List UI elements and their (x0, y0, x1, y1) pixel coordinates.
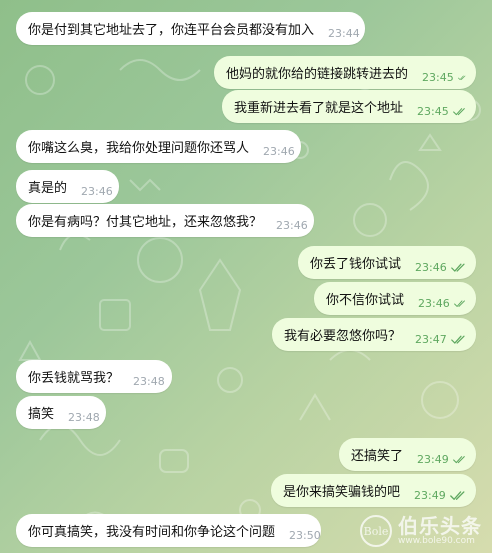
incoming-message-bubble[interactable]: 你是有病吗？付其它地址，还来忽悠我？ 23:46 (16, 204, 314, 237)
outgoing-message-bubble[interactable]: 你不信你试试 23:46 (314, 282, 476, 315)
outgoing-message-bubble[interactable]: 你丢了钱你试试 23:46 (298, 246, 476, 279)
message-text: 你可真搞笑，我没有时间和你争论这个问题 (28, 525, 276, 540)
outgoing-message-bubble[interactable]: 我重新进去看了就是这个地址 23:45 (222, 90, 476, 123)
message-text: 搞笑 (28, 407, 55, 422)
watermark: Bole 伯乐头条 www.bole90.com (360, 515, 482, 547)
incoming-message-bubble[interactable]: 你可真搞笑，我没有时间和你争论这个问题 23:50 (16, 514, 321, 547)
incoming-message-bubble[interactable]: 真是的 23:46 (16, 170, 119, 203)
double-check-icon (450, 263, 465, 272)
message-text: 还搞笑了 (351, 449, 404, 464)
message-text: 是你来搞笑骗钱的吧 (283, 485, 401, 500)
message-time: 23:46 (276, 219, 308, 232)
message-time: 23:46 (415, 261, 447, 274)
outgoing-message-bubble[interactable]: 还搞笑了 23:49 (339, 438, 476, 471)
double-check-icon (452, 455, 465, 463)
message-text: 你丢钱就骂我？ (28, 371, 120, 386)
chat-view: 你是付到其它地址去了，你连平台会员都没有加入 23:44 他妈的就你给的链接跳转进去… (0, 0, 492, 553)
incoming-message-bubble[interactable]: 你是付到其它地址去了，你连平台会员都没有加入 23:44 (16, 12, 365, 45)
message-text: 你是有病吗？付其它地址，还来忽悠我？ (28, 215, 263, 230)
outgoing-message-bubble[interactable]: 他妈的就你给的链接跳转进去的 23:45 (214, 56, 476, 89)
message-time: 23:49 (417, 453, 449, 466)
double-check-icon (450, 335, 465, 344)
double-check-icon (453, 299, 465, 307)
double-check-icon (449, 490, 465, 500)
incoming-message-bubble[interactable]: 你丢钱就骂我？ 23:48 (16, 360, 172, 393)
double-check-icon (452, 107, 465, 115)
message-text: 你嘴这么臭，我给你处理问题你还骂人 (28, 141, 250, 156)
message-time: 23:45 (422, 71, 454, 84)
message-time: 23:45 (417, 105, 449, 118)
message-time: 23:49 (414, 489, 446, 502)
watermark-logo: Bole (360, 515, 392, 547)
incoming-message-bubble[interactable]: 搞笑 23:48 (16, 396, 106, 429)
outgoing-message-bubble[interactable]: 是你来搞笑骗钱的吧 23:49 (271, 474, 476, 507)
message-text: 你丢了钱你试试 (310, 257, 402, 272)
watermark-url: www.bole90.com (398, 536, 475, 546)
incoming-message-bubble[interactable]: 你嘴这么臭，我给你处理问题你还骂人 23:46 (16, 130, 301, 163)
outgoing-message-bubble[interactable]: 我有必要忽悠你吗？ 23:47 (272, 318, 476, 351)
message-time: 23:48 (68, 411, 100, 424)
message-time: 23:46 (81, 185, 113, 198)
message-text: 他妈的就你给的链接跳转进去的 (226, 67, 409, 82)
message-time: 23:50 (289, 529, 321, 542)
watermark-name: 伯乐头条 (398, 514, 482, 538)
message-text: 你不信你试试 (326, 293, 405, 308)
message-time: 23:46 (263, 145, 295, 158)
message-time: 23:44 (328, 27, 360, 40)
message-text: 我重新进去看了就是这个地址 (234, 101, 404, 116)
message-time: 23:47 (415, 333, 447, 346)
message-time: 23:48 (133, 375, 165, 388)
message-text: 你是付到其它地址去了，你连平台会员都没有加入 (28, 23, 315, 38)
message-time: 23:46 (418, 297, 450, 310)
double-check-icon (457, 75, 466, 80)
message-text: 我有必要忽悠你吗？ (284, 329, 402, 344)
message-text: 真是的 (28, 181, 68, 196)
